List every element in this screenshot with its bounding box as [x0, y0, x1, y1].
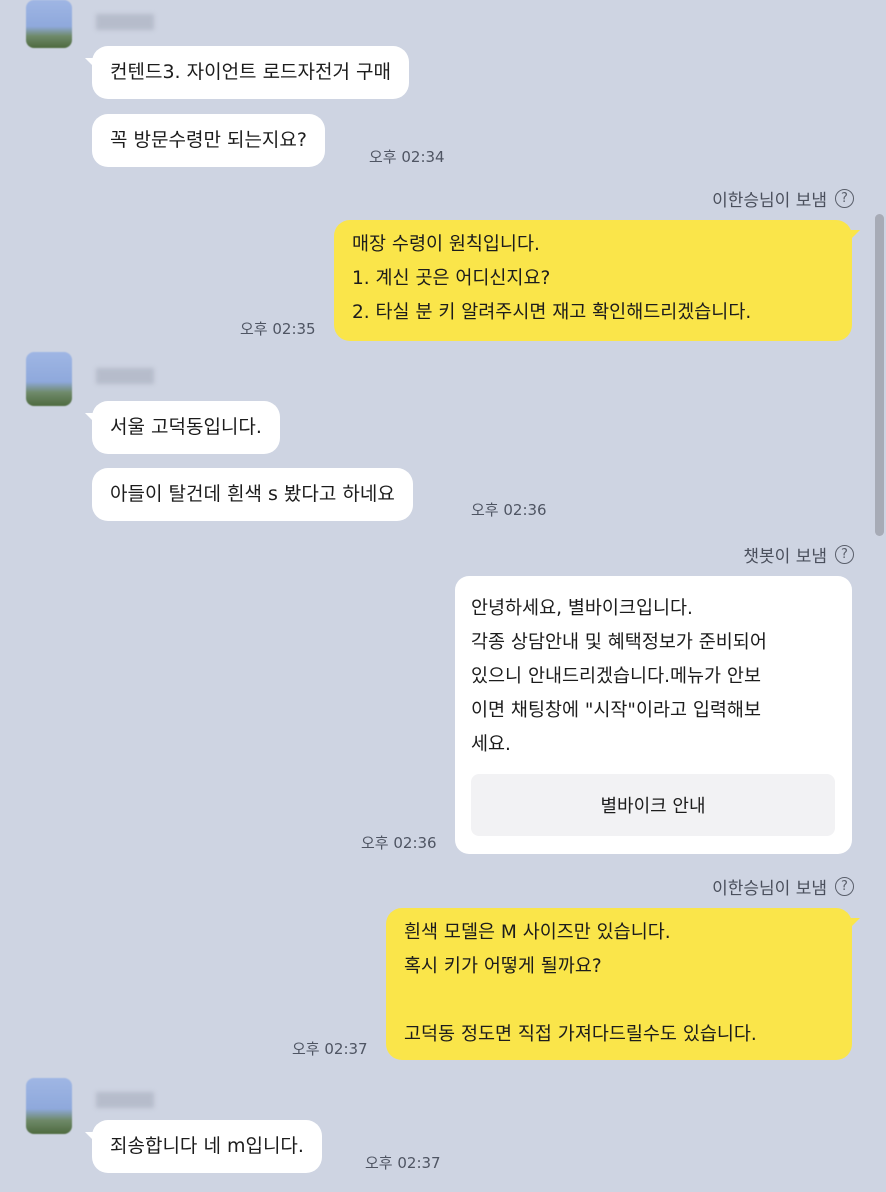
sender-name: 챗봇이 보냄	[743, 547, 827, 567]
chatbot-message-text: 안녕하세요, 별바이크입니다. 각종 상담안내 및 혜택정보가 준비되어 있으니…	[471, 598, 767, 755]
message-bubble[interactable]: 아들이 탈건데 흰색 s 봤다고 하네요	[92, 468, 413, 521]
avatar[interactable]	[26, 352, 72, 406]
sender-name: 이한승님이 보냄	[712, 191, 827, 211]
scrollbar-thumb[interactable]	[875, 214, 884, 536]
message-bubble[interactable]: 서울 고덕동입니다.	[85, 401, 280, 454]
message-time: 오후 02:37	[365, 1154, 441, 1172]
help-icon[interactable]: ?	[835, 545, 854, 564]
message-time: 오후 02:37	[292, 1040, 368, 1058]
sender-label: 이한승님이 보냄 ?	[712, 874, 854, 899]
help-icon[interactable]: ?	[835, 877, 854, 896]
help-icon[interactable]: ?	[835, 189, 854, 208]
message-time: 오후 02:34	[369, 148, 445, 166]
sent-message-bubble[interactable]: 매장 수령이 원칙입니다. 1. 계신 곳은 어디신지요? 2. 타실 분 키 …	[334, 220, 860, 341]
avatar[interactable]	[26, 0, 72, 48]
avatar[interactable]	[26, 1078, 72, 1134]
message-bubble[interactable]: 컨텐드3. 자이언트 로드자전거 구매	[85, 46, 409, 99]
byeolbike-guide-button[interactable]: 별바이크 안내	[471, 774, 835, 836]
sender-name-blurred	[96, 14, 154, 30]
sender-name: 이한승님이 보냄	[712, 879, 827, 899]
message-time: 오후 02:36	[471, 501, 547, 519]
chatbot-message-card: 안녕하세요, 별바이크입니다. 각종 상담안내 및 혜택정보가 준비되어 있으니…	[455, 576, 852, 854]
sender-label: 챗봇이 보냄 ?	[743, 542, 854, 567]
message-time: 오후 02:36	[361, 834, 437, 852]
sent-message-bubble[interactable]: 흰색 모델은 M 사이즈만 있습니다. 혹시 키가 어떻게 될까요? 고덕동 정…	[386, 908, 860, 1060]
sender-name-blurred	[96, 1092, 154, 1108]
message-time: 오후 02:35	[240, 320, 316, 338]
sender-name-blurred	[96, 368, 154, 384]
message-bubble[interactable]: 꼭 방문수령만 되는지요?	[92, 114, 325, 167]
message-bubble[interactable]: 죄송합니다 네 m입니다.	[85, 1120, 322, 1173]
sender-label: 이한승님이 보냄 ?	[712, 186, 854, 211]
